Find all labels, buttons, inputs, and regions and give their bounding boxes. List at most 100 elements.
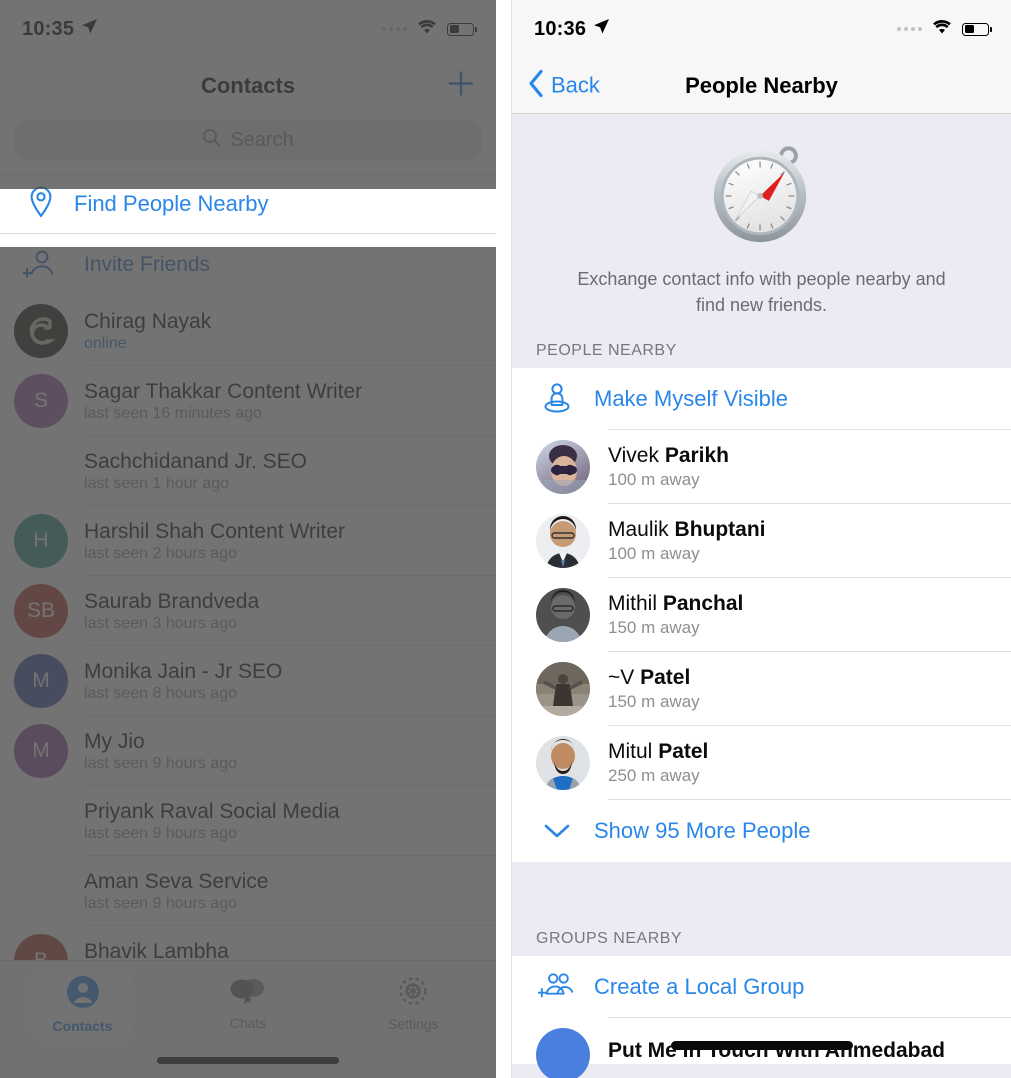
person-row[interactable]: Mitul Patel 250 m away: [512, 726, 1011, 801]
person-row[interactable]: Maulik Bhuptani 100 m away: [512, 504, 1011, 579]
person-name: Maulik Bhuptani: [608, 518, 766, 542]
add-person-icon: [14, 249, 68, 281]
cellular-dots-icon: [897, 27, 922, 31]
person-first-name: ~V: [608, 666, 641, 690]
people-nearby-card: Make Myself Visible Vivek Parikh 100 m aw…: [512, 368, 1011, 863]
right-nav-bar: Back People Nearby: [512, 58, 1011, 114]
person-row[interactable]: Mithil Panchal 150 m away: [512, 578, 1011, 653]
avatar: H: [14, 514, 68, 568]
contact-row[interactable]: Chirag Nayak online: [0, 296, 496, 366]
avatar: [536, 1028, 590, 1078]
person-last-name: Panchal: [662, 592, 744, 616]
left-status-bar: 10:35: [0, 0, 496, 58]
tab-contacts-label: Contacts: [52, 1018, 113, 1034]
make-myself-visible-row[interactable]: Make Myself Visible: [512, 368, 1011, 431]
home-indicator: [157, 1057, 339, 1064]
create-local-group-row[interactable]: Create a Local Group: [512, 956, 1011, 1019]
back-button[interactable]: Back: [528, 69, 600, 102]
person-circle-icon: [66, 975, 100, 1014]
person-row[interactable]: ~V Patel 150 m away: [512, 652, 1011, 727]
show-more-people-row[interactable]: Show 95 More People: [512, 800, 1011, 862]
avatar: [536, 588, 590, 643]
find-people-nearby-row[interactable]: Find People Nearby: [0, 175, 496, 233]
groups-nearby-section-header: GROUPS NEARBY: [512, 914, 1011, 957]
avatar: M: [14, 654, 68, 708]
location-arrow-icon: [81, 18, 98, 40]
search-input[interactable]: Search: [14, 120, 482, 160]
left-search-wrap: Search: [0, 114, 496, 174]
person-name: Mithil Panchal: [608, 592, 743, 616]
contact-name: Aman Seva Service: [84, 869, 269, 893]
contact-name: Priyank Raval Social Media: [84, 799, 340, 823]
person-name: ~V Patel: [608, 666, 700, 690]
contact-row[interactable]: M My Jio last seen 9 hours ago: [0, 716, 496, 786]
contact-row[interactable]: H Harshil Shah Content Writer last seen 2 …: [0, 506, 496, 576]
screenshot-stage: 10:35 Contacts Search Find People Nearby…: [0, 0, 1011, 1078]
contact-status: last seen 2 hours ago: [84, 544, 237, 562]
contact-row[interactable]: M Monika Jain - Jr SEO last seen 8 hours a…: [0, 646, 496, 716]
contacts-list: Invite Friends Chirag Nayak online S Sagar …: [0, 234, 496, 996]
person-last-name: Patel: [640, 666, 691, 690]
search-icon: [202, 128, 221, 152]
status-time: 10:35: [22, 17, 75, 40]
tab-settings[interactable]: Settings: [331, 961, 496, 1045]
contact-name: Sagar Thakkar Content Writer: [84, 379, 363, 403]
create-local-group-label: Create a Local Group: [594, 974, 805, 1000]
avatar: [536, 736, 590, 791]
person-first-name: Maulik: [608, 518, 675, 542]
battery-icon: [962, 22, 992, 36]
tab-chats[interactable]: Chats: [165, 961, 330, 1045]
contact-name: Saurab Brandveda: [84, 589, 260, 613]
contact-row[interactable]: Priyank Raval Social Media last seen 9 ho…: [0, 786, 496, 856]
person-visible-pin-icon: [538, 380, 576, 418]
contact-status: last seen 16 minutes ago: [84, 404, 262, 422]
person-first-name: Mitul: [608, 740, 659, 764]
person-distance: 100 m away: [608, 470, 700, 490]
contact-name: Harshil Shah Content Writer: [84, 519, 346, 543]
location-pin-icon: [26, 185, 56, 224]
back-label: Back: [551, 72, 600, 98]
page-title: People Nearby: [685, 72, 838, 98]
person-row[interactable]: Vivek Parikh 100 m away: [512, 430, 1011, 505]
person-distance: 100 m away: [608, 544, 700, 564]
contact-status: last seen 3 hours ago: [84, 614, 237, 632]
person-last-name: Patel: [658, 740, 709, 764]
left-phone-contacts-screen: 10:35 Contacts Search Find People Nearby…: [0, 0, 496, 1078]
right-status-bar: 10:36: [512, 0, 1011, 58]
contact-status: last seen 9 hours ago: [84, 824, 237, 842]
avatar: [14, 304, 68, 358]
contact-row[interactable]: SB Saurab Brandveda last seen 3 hours ago: [0, 576, 496, 646]
wifi-icon: [931, 19, 953, 40]
section-gap: [512, 862, 1011, 915]
avatar: SB: [14, 584, 68, 638]
avatar: [14, 864, 68, 918]
people-nearby-section-header: PEOPLE NEARBY: [512, 326, 1011, 369]
person-distance: 150 m away: [608, 618, 700, 638]
tab-label: Settings: [388, 1015, 439, 1032]
page-title: Contacts: [200, 73, 296, 98]
chevron-left-icon: [528, 69, 544, 102]
plus-icon[interactable]: [446, 69, 476, 104]
contact-row[interactable]: Sachchidanand Jr. SEO last seen 1 hour ag…: [0, 436, 496, 506]
avatar: M: [14, 724, 68, 778]
cellular-dots-icon: [382, 27, 407, 31]
contact-name: Monika Jain - Jr SEO: [84, 659, 283, 683]
hero-description: Exchange contact info with people nearby…: [577, 269, 946, 316]
home-indicator: [670, 1041, 853, 1050]
contact-name: Chirag Nayak: [84, 309, 212, 333]
show-more-people-label: Show 95 More People: [594, 818, 811, 844]
tab-contacts-highlight[interactable]: Contacts: [31, 968, 134, 1041]
tab-label: Chats: [229, 1014, 267, 1031]
right-phone-people-nearby-screen: 10:36 Back People Nearby Exchange contac…: [511, 0, 1011, 1078]
person-first-name: Vivek: [608, 444, 665, 468]
person-first-name: Mithil: [608, 592, 663, 616]
invite-friends-row[interactable]: Invite Friends: [0, 234, 496, 296]
avatar: [536, 662, 590, 717]
contact-status: last seen 8 hours ago: [84, 684, 237, 702]
compass-icon: [713, 146, 806, 243]
contact-row[interactable]: S Sagar Thakkar Content Writer last seen 1…: [0, 366, 496, 436]
person-name: Vivek Parikh: [608, 444, 729, 468]
contact-name: My Jio: [84, 729, 145, 753]
contact-row[interactable]: Aman Seva Service last seen 9 hours ago: [0, 856, 496, 926]
status-time: 10:36: [534, 17, 587, 40]
